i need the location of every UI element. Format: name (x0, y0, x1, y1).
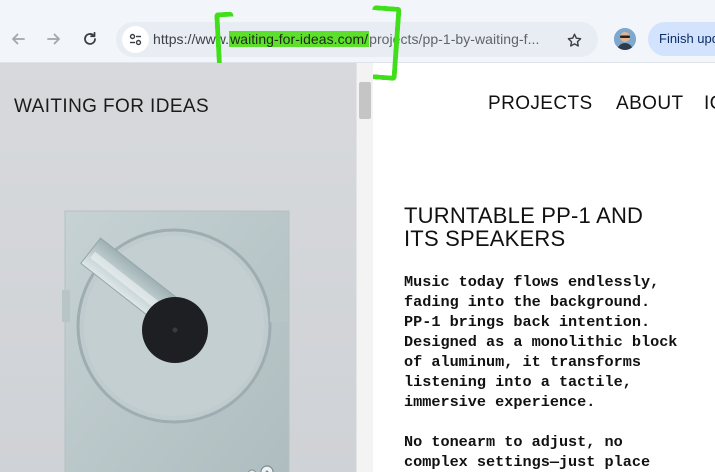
paragraph-line: complex settings—just place (404, 453, 651, 471)
url-text[interactable]: https://www.waiting-for-ideas.com/projec… (153, 31, 539, 47)
tune-icon (129, 33, 142, 46)
paragraph-line: No tonearm to adjust, no (404, 433, 623, 451)
paragraph-line: PP-1 brings back intention. (404, 313, 651, 331)
avatar-image (614, 28, 636, 50)
page-title-line: TURNTABLE PP-1 AND (404, 203, 644, 228)
paragraph-line: immersive experience. (404, 393, 596, 411)
hero-image-pane: WAITING FOR IDEAS (0, 63, 356, 472)
forward-button[interactable] (42, 27, 66, 51)
nav-item-projects[interactable]: PROJECTS (488, 93, 593, 115)
intro-paragraph: Music today flows endlessly, fading into… (404, 272, 714, 412)
paragraph-line: fading into the background. (404, 293, 651, 311)
nav-item-about[interactable]: ABOUT (616, 93, 683, 115)
back-button[interactable] (6, 27, 30, 51)
page-title-line: ITS SPEAKERS (404, 226, 566, 251)
second-paragraph: No tonearm to adjust, no complex setting… (404, 432, 714, 472)
turntable-product-image (62, 210, 290, 472)
site-brand-logo[interactable]: WAITING FOR IDEAS (14, 96, 209, 118)
reload-button[interactable] (78, 27, 102, 51)
browser-toolbar: https://www.waiting-for-ideas.com/projec… (0, 0, 715, 81)
paragraph-line: Designed as a monolithic block (404, 333, 678, 351)
nav-item-more[interactable]: IC (704, 93, 715, 115)
scrollbar-thumb[interactable] (359, 82, 371, 119)
address-bar[interactable]: https://www.waiting-for-ideas.com/projec… (116, 22, 598, 57)
star-icon (567, 33, 581, 47)
arrow-left-icon (12, 33, 25, 45)
paragraph-line: Music today flows endlessly, (404, 273, 660, 291)
reload-icon (84, 31, 96, 45)
paragraph-line: of aluminum, it transforms (404, 353, 641, 371)
arrow-right-icon (47, 33, 60, 45)
page-title: TURNTABLE PP-1 AND ITS SPEAKERS (404, 204, 704, 250)
left-pane-scrollbar[interactable] (356, 63, 373, 472)
bookmark-button[interactable] (562, 28, 586, 52)
profile-avatar[interactable] (614, 28, 636, 50)
site-info-button[interactable] (122, 26, 149, 53)
finish-update-button[interactable]: Finish upda (648, 22, 715, 56)
paragraph-line: listening into a tactile, (404, 373, 632, 391)
url-domain-highlight: waiting-for-ideas.com/ (229, 31, 370, 47)
